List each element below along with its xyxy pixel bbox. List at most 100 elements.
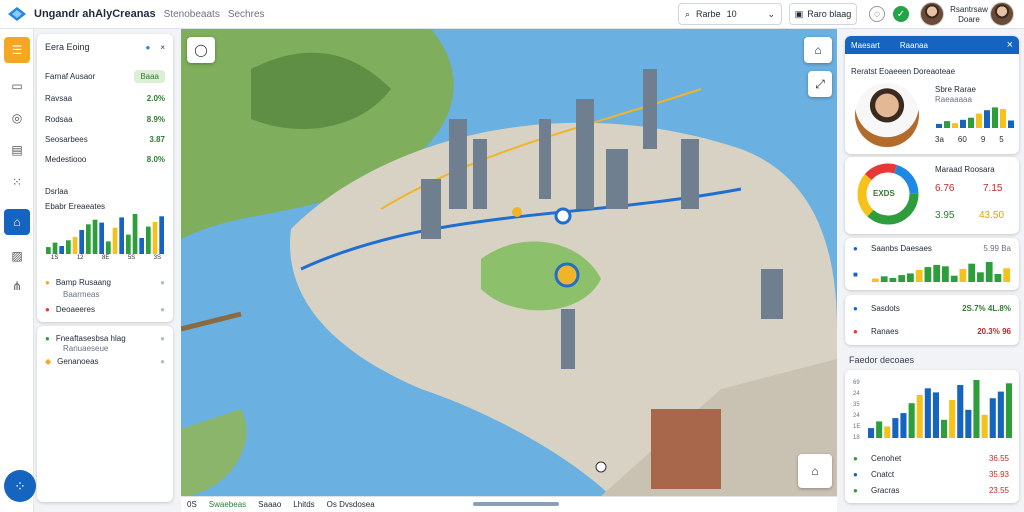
- top-bar: Ungandr ahAlyCreanas Stenobeaats Sechres…: [0, 0, 1024, 29]
- comparison-label: Ranaes: [871, 327, 899, 336]
- chart-bar: [960, 119, 966, 128]
- layers-button[interactable]: ⌂: [804, 37, 832, 63]
- compass-button[interactable]: ⤢: [808, 71, 832, 97]
- chart-bar: [976, 113, 982, 128]
- profile-panel: Maesart Raanaa × Reratst Eoaeeen Doreaot…: [845, 36, 1019, 154]
- chevron-down-icon[interactable]: ⌄: [767, 9, 775, 20]
- search-input[interactable]: ⌕ Rarbe 10 ⌄: [678, 3, 782, 25]
- app-logo-icon[interactable]: [6, 5, 28, 23]
- locate-button[interactable]: ◯: [187, 37, 215, 63]
- chart-bar: [952, 123, 958, 128]
- section-title: Faedor decoaes: [849, 355, 915, 365]
- chart-bar: [66, 240, 71, 254]
- chart-bar: [994, 274, 1002, 282]
- footer-item[interactable]: 0S: [187, 500, 197, 509]
- person-photo: [855, 83, 919, 147]
- close-icon[interactable]: ×: [1007, 39, 1013, 51]
- layers-icon[interactable]: ⌂: [4, 209, 30, 235]
- list-icon: ●: [853, 244, 858, 253]
- chart-bar: [86, 224, 91, 254]
- pin-icon: ●: [853, 304, 858, 313]
- footer-item[interactable]: Saaao: [258, 500, 281, 509]
- share-icon[interactable]: ⋔: [4, 273, 30, 299]
- profile-avatar[interactable]: [990, 2, 1014, 26]
- status-badge: Baaa: [134, 70, 165, 83]
- chart-bar: [876, 421, 883, 438]
- tab-raanaa[interactable]: Raanaa: [900, 41, 928, 50]
- metric-value: 8.9%: [146, 115, 165, 124]
- tick-label: 8E: [102, 255, 110, 261]
- pin-icon[interactable]: ●: [145, 43, 150, 52]
- dashboard-icon[interactable]: ☰: [4, 37, 30, 63]
- chart-bar: [942, 266, 949, 282]
- more-icon[interactable]: ●: [160, 357, 165, 366]
- legend-value: 23.55: [988, 486, 1009, 495]
- top-action-label: Raro blaag: [807, 9, 852, 19]
- list-item-sub: Baarmeas: [63, 290, 100, 299]
- chart-bar: [46, 247, 51, 254]
- check-icon: ●: [45, 334, 50, 343]
- footer-item[interactable]: Swaebeas: [209, 500, 246, 509]
- close-icon[interactable]: ×: [160, 43, 165, 52]
- list-item-label: Deoaeeres: [55, 305, 95, 314]
- apps-button[interactable]: ⁘: [4, 470, 36, 502]
- metric-label: Ravsaa: [45, 94, 73, 103]
- more-icon[interactable]: ●: [160, 334, 165, 343]
- image-icon[interactable]: ▨: [4, 243, 30, 269]
- comparison-value: 20.3% 96: [977, 327, 1011, 336]
- breadcrumb-item-2[interactable]: Sechres: [228, 9, 265, 20]
- metric-label: Rodsaa: [45, 115, 73, 124]
- compass-icon[interactable]: ◎: [4, 105, 30, 131]
- table-icon[interactable]: ▤: [4, 137, 30, 163]
- footer-item[interactable]: Lhitds: [293, 500, 314, 509]
- chart-bar: [907, 273, 914, 282]
- user-info: Rsantrsaw Doare: [950, 5, 988, 25]
- chart-bar: [146, 226, 151, 254]
- chart-bar: [989, 398, 996, 438]
- trend-title: Saanbs Daesaes: [871, 244, 932, 253]
- warning-icon: ◆: [45, 357, 52, 366]
- chart-bar: [1003, 268, 1011, 282]
- city-map[interactable]: [181, 29, 837, 496]
- map-marker[interactable]: [512, 207, 522, 217]
- status-icon[interactable]: ✓: [893, 6, 909, 22]
- more-icon[interactable]: ●: [160, 278, 165, 287]
- legend-value: 36.55: [988, 454, 1009, 463]
- tab-maesart[interactable]: Maesart: [851, 41, 880, 50]
- chart-bar: [924, 388, 931, 438]
- map-marker[interactable]: [554, 207, 572, 225]
- footer-item[interactable]: Os Dvsdosea: [327, 500, 375, 509]
- metric-label: Medestiooo: [45, 155, 87, 164]
- avatar[interactable]: [920, 2, 944, 26]
- chart-bar: [984, 110, 990, 128]
- chart-bar: [92, 219, 98, 254]
- chart-bar: [898, 275, 906, 282]
- chart-bar: [99, 222, 104, 254]
- map-home-button[interactable]: ⌂: [798, 454, 832, 488]
- document-icon[interactable]: ▭: [4, 73, 30, 99]
- top-action-button[interactable]: ▣ Raro blaag: [789, 3, 857, 25]
- chart-bar: [941, 419, 948, 438]
- more-icon[interactable]: ●: [160, 305, 165, 314]
- person-title: Sbre Rarae: [935, 85, 976, 94]
- grid-icon[interactable]: ⁙: [4, 169, 30, 195]
- shore: [181, 409, 247, 496]
- chart-bar: [112, 227, 118, 254]
- bar-label: 3a: [935, 135, 944, 144]
- comparison-panel: ● Sasdots 2S.7% 4L.8% ● Ranaes 20.3% 96: [845, 295, 1019, 345]
- analytics-panel: 69 24 35 24 1E 18 ● Cenohet 36.55 ● Cnat…: [845, 370, 1019, 503]
- breadcrumb-item-1[interactable]: Stenobeaats: [164, 9, 220, 20]
- left-rail: ☰ ▭ ◎ ▤ ⁙ ⌂ ▨ ⋔: [0, 29, 34, 512]
- person-bar-chart: [936, 107, 1014, 128]
- user-role: Doare: [958, 15, 980, 24]
- horizontal-scrollbar[interactable]: [473, 502, 559, 506]
- chat-icon[interactable]: ◌: [869, 6, 885, 22]
- chart-bar: [985, 262, 993, 282]
- chart-bar: [957, 385, 964, 438]
- map-canvas[interactable]: [181, 29, 837, 496]
- chart-bar: [106, 241, 111, 254]
- y-tick: 69: [853, 380, 860, 386]
- chart-title: Dsrlaa: [45, 187, 69, 196]
- map-marker-hub[interactable]: [554, 262, 580, 288]
- map-marker[interactable]: [595, 461, 607, 473]
